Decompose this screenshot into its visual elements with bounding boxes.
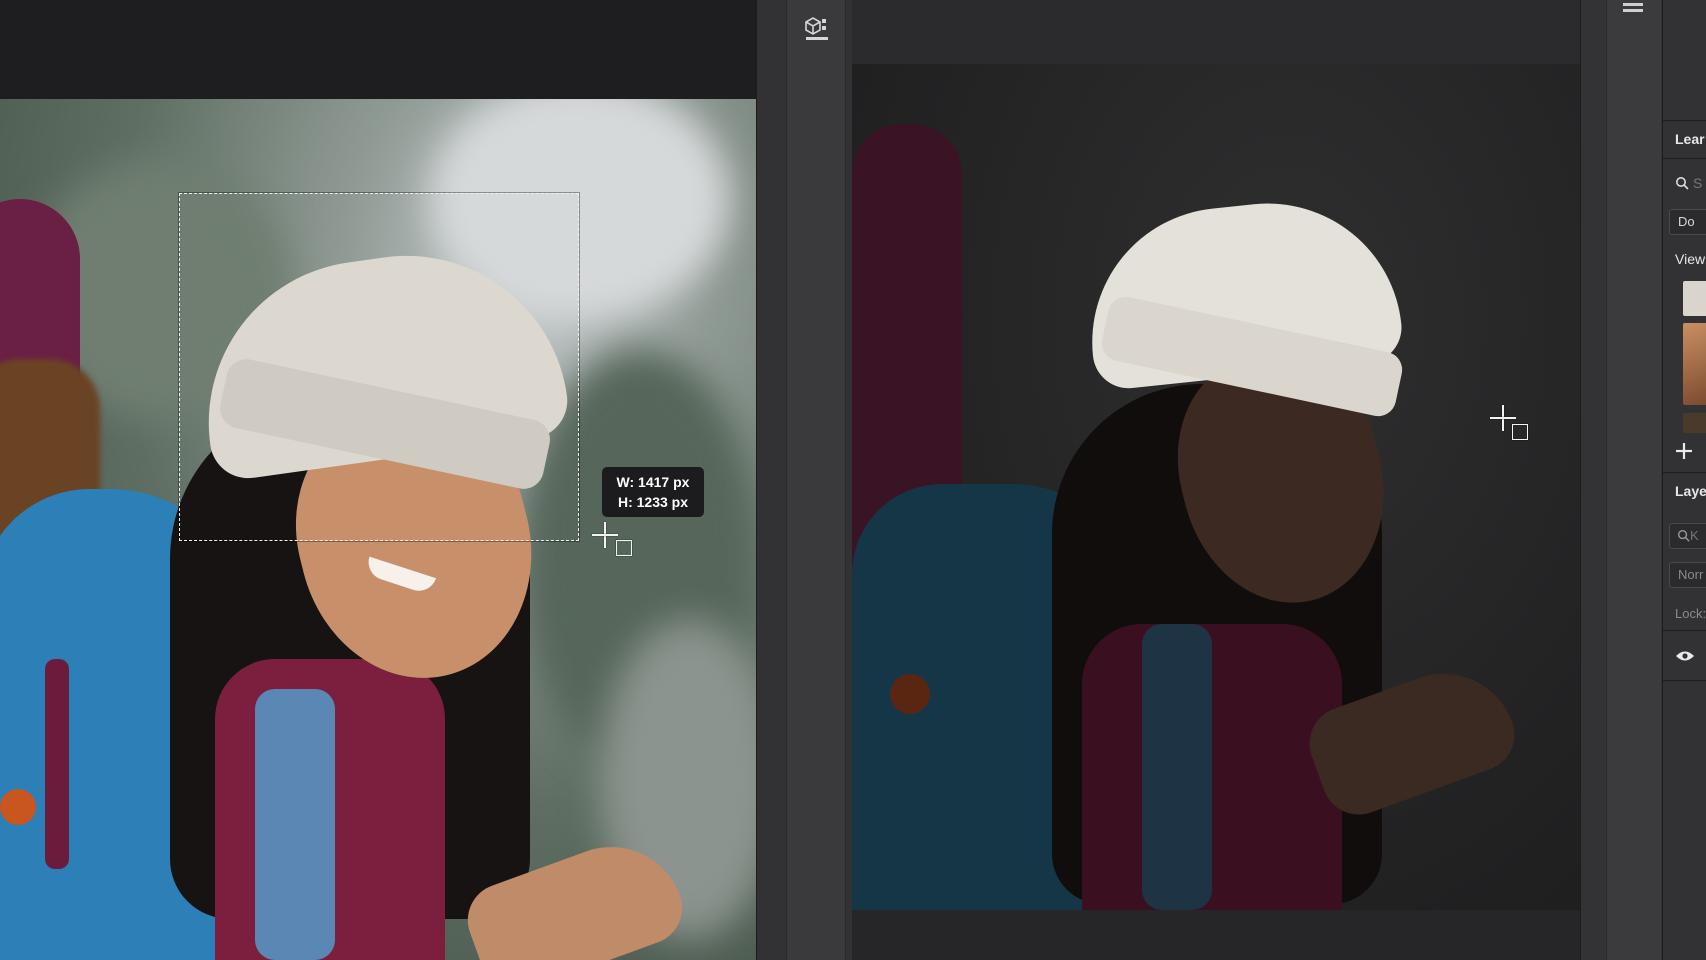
hood-tie: [45, 659, 69, 869]
pompom: [0, 789, 36, 825]
main-person-sweater: [1082, 624, 1342, 910]
pompom: [890, 674, 930, 714]
search-icon: [1675, 176, 1689, 190]
panel-divider: [1663, 120, 1706, 121]
panel-dock-column-right: [1606, 0, 1661, 960]
blend-mode-select[interactable]: Norr: [1669, 562, 1706, 588]
cursor-box-icon: [1512, 424, 1528, 440]
panel-divider: [1663, 630, 1706, 631]
learn-dropdown[interactable]: Do: [1669, 209, 1706, 235]
right-document-statusbar: [852, 910, 1580, 960]
search-icon: [1677, 529, 1690, 542]
panel-dock-column: [786, 0, 846, 960]
main-person-scarf: [1142, 624, 1212, 910]
main-person-scarf: [255, 689, 335, 960]
panel-divider: [1663, 680, 1706, 681]
panel-toggle-icon[interactable]: [1622, 0, 1644, 12]
tutorial-thumbnail[interactable]: [1683, 281, 1706, 316]
view-label: View: [1675, 251, 1706, 267]
learn-panel-title[interactable]: Lear: [1675, 131, 1705, 147]
selection-marquee[interactable]: [179, 193, 579, 541]
tutorial-thumbnail[interactable]: [1683, 413, 1706, 433]
layers-panel-title[interactable]: Laye: [1675, 483, 1706, 499]
plus-icon[interactable]: [1675, 442, 1693, 460]
lock-label: Lock:: [1675, 606, 1706, 621]
right-document-titlebar: [852, 0, 1580, 64]
left-document-titlebar: [0, 0, 756, 99]
learn-search-input[interactable]: S: [1693, 175, 1702, 191]
learn-layers-panel: Lear S Do View Laye K Norr Lock:: [1662, 0, 1706, 960]
panel-divider: [1663, 158, 1706, 159]
right-canvas-photo-masked[interactable]: [852, 64, 1580, 910]
panel-divider: [1663, 472, 1706, 473]
marquee-cursor-box-icon: [616, 540, 632, 556]
tutorial-thumbnail[interactable]: [1683, 323, 1706, 405]
cube-panel-icon[interactable]: [802, 14, 832, 44]
eye-icon[interactable]: [1675, 649, 1695, 661]
selection-size-tooltip: W: 1417 px H: 1233 px: [602, 467, 704, 517]
selection-width: W: 1417 px: [616, 474, 690, 490]
marquee-crosshair-cursor-icon: [592, 522, 618, 548]
selection-height: H: 1233 px: [617, 494, 689, 510]
